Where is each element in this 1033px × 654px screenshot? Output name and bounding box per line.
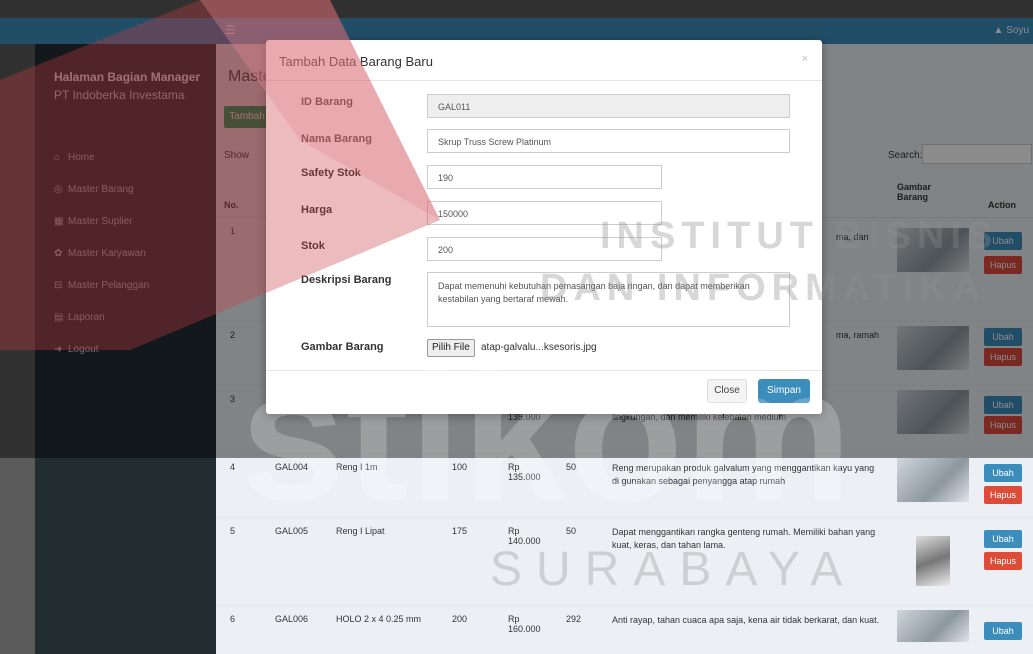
- file-name-label: atap-galvalu...ksesoris.jpg: [481, 342, 597, 353]
- cell-safety: 175: [452, 526, 468, 536]
- cell-no: 4: [230, 462, 236, 472]
- delete-button[interactable]: Hapus: [984, 486, 1022, 504]
- delete-button[interactable]: Hapus: [984, 552, 1022, 570]
- stok-label: Stok: [301, 240, 325, 252]
- cell-stok: 292: [566, 614, 582, 624]
- nama-barang-input[interactable]: Skrup Truss Screw Platinum: [427, 129, 790, 153]
- add-item-modal: Tambah Data Barang Baru × ID Barang GAL0…: [266, 40, 822, 414]
- product-image: [897, 610, 969, 642]
- table-row: 4 GAL004 Reng I 1m 100 Rp 135.000 50 Ren…: [216, 454, 1033, 518]
- cell-id: GAL006: [275, 614, 309, 624]
- save-button[interactable]: Simpan: [758, 379, 810, 403]
- safety-stok-label: Safety Stok: [301, 167, 361, 179]
- product-image: [916, 536, 950, 586]
- harga-label: Harga: [301, 204, 333, 216]
- cell-desc: Anti rayap, tahan cuaca apa saja, kena a…: [612, 615, 880, 625]
- cell-no: 5: [230, 526, 236, 536]
- stok-input[interactable]: 200: [427, 237, 662, 261]
- gambar-label: Gambar Barang: [301, 341, 384, 353]
- product-image: [897, 458, 969, 502]
- cell-stok: 50: [566, 462, 577, 472]
- cell-nama: Reng I Lipat: [336, 526, 385, 536]
- cell-nama: Reng I 1m: [336, 462, 378, 472]
- cell-desc: Reng merupakan produk galvalum yang meng…: [612, 463, 875, 486]
- cell-stok: 50: [566, 526, 577, 536]
- edit-button[interactable]: Ubah: [984, 464, 1022, 482]
- table-row: 6 GAL006 HOLO 2 x 4 0.25 mm 200 Rp 160.0…: [216, 606, 1033, 654]
- cell-id: GAL004: [275, 462, 309, 472]
- cell-harga: Rp 140.000: [508, 526, 541, 546]
- cell-no: 6: [230, 614, 236, 624]
- deskripsi-label: Deskripsi Barang: [301, 274, 392, 286]
- modal-footer-divider: [266, 370, 822, 371]
- deskripsi-textarea[interactable]: Dapat memenuhi kebutuhan pemasangan baja…: [427, 272, 790, 327]
- id-barang-label: ID Barang: [301, 96, 353, 108]
- harga-input[interactable]: 150000: [427, 201, 662, 225]
- cell-safety: 100: [452, 462, 468, 472]
- cell-safety: 200: [452, 614, 468, 624]
- cell-harga: Rp 160.000: [508, 614, 541, 634]
- cell-nama: HOLO 2 x 4 0.25 mm: [336, 614, 422, 624]
- cell-harga: Rp 135.000: [508, 462, 541, 482]
- table-row: 5 GAL005 Reng I Lipat 175 Rp 140.000 50 …: [216, 518, 1033, 606]
- safety-stok-input[interactable]: 190: [427, 165, 662, 189]
- cell-desc: Dapat menggantikan rangka genteng rumah.…: [612, 527, 876, 550]
- choose-file-button[interactable]: Pilih File: [427, 339, 475, 357]
- modal-header-divider: [266, 80, 822, 81]
- nama-barang-label: Nama Barang: [301, 133, 372, 145]
- cell-id: GAL005: [275, 526, 309, 536]
- id-barang-input: GAL011: [427, 94, 790, 118]
- edit-button[interactable]: Ubah: [984, 622, 1022, 640]
- close-icon[interactable]: ×: [802, 53, 808, 65]
- edit-button[interactable]: Ubah: [984, 530, 1022, 548]
- modal-title: Tambah Data Barang Baru: [279, 54, 433, 69]
- close-button[interactable]: Close: [707, 379, 747, 403]
